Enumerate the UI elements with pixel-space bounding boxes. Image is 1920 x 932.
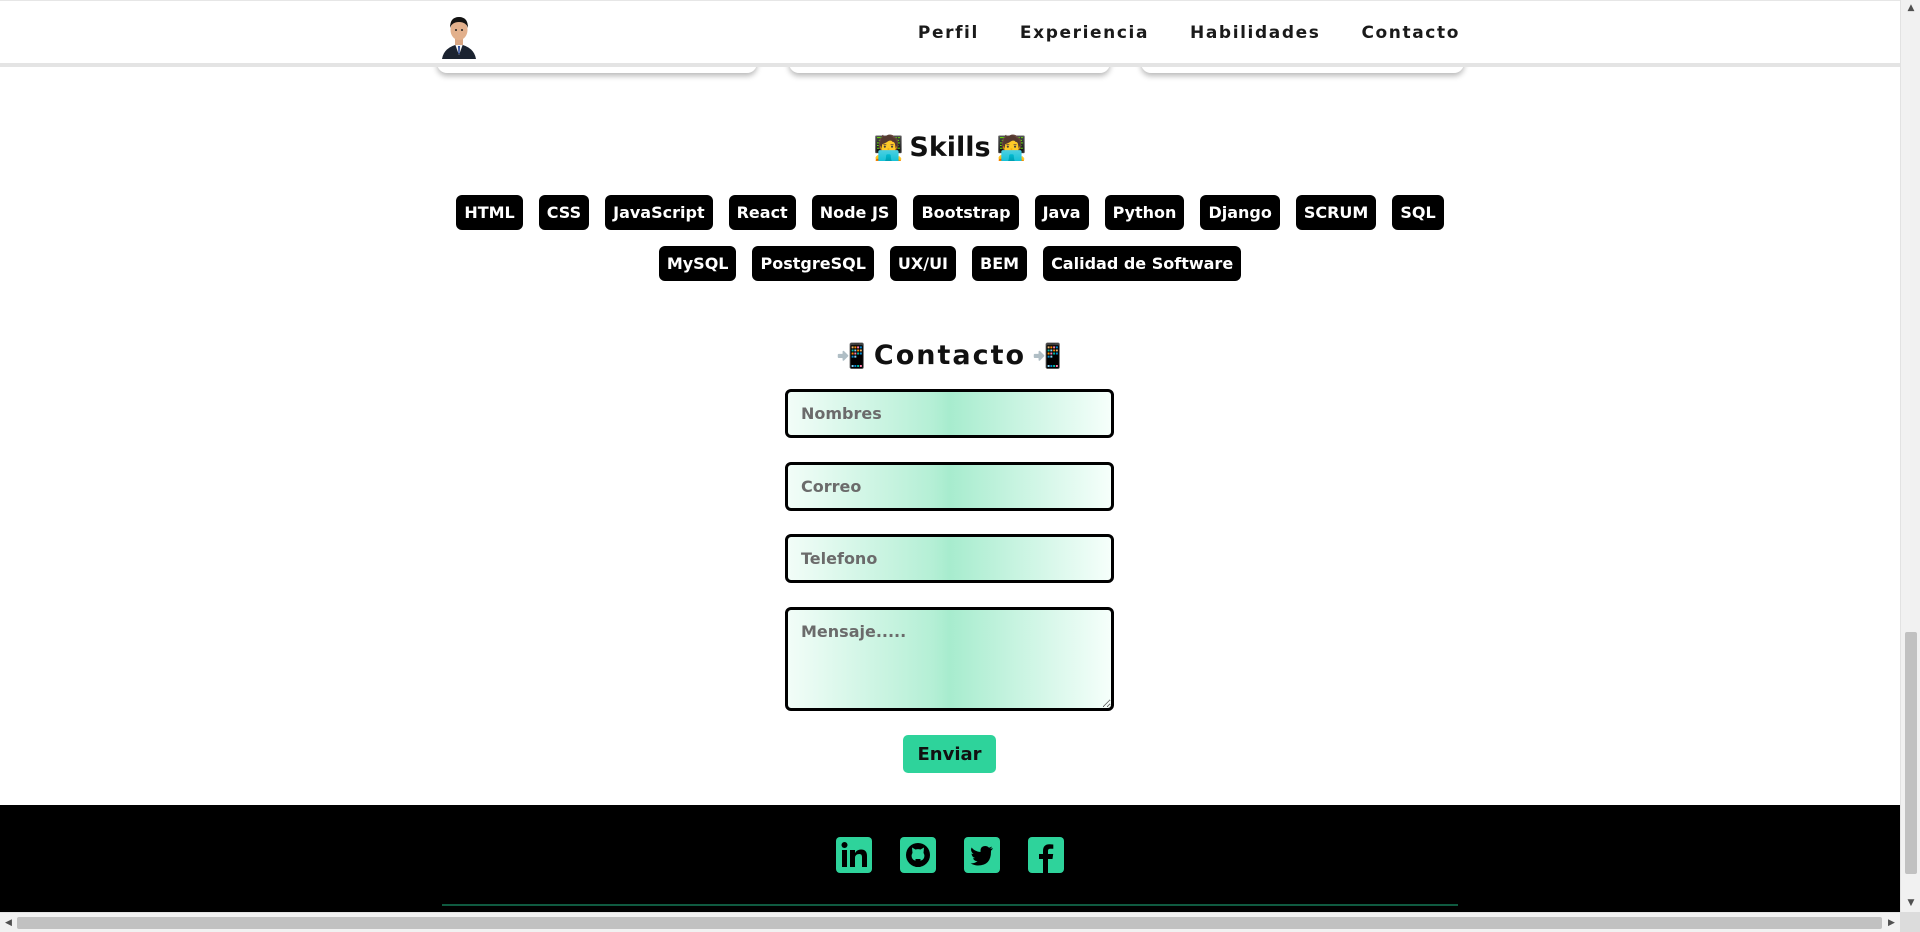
skills-title: Skills	[909, 132, 991, 163]
email-field[interactable]	[785, 462, 1114, 511]
skill-chip: UX/UI	[889, 246, 957, 281]
scroll-left-arrow-icon[interactable]: ◀	[0, 913, 17, 932]
mobile-arrow-emoji-icon: 📲	[1032, 341, 1064, 370]
skill-chip: Java	[1034, 195, 1089, 230]
skills-heading: 🧑‍💻 Skills 🧑‍💻	[0, 132, 1900, 163]
horizontal-scrollbar-thumb[interactable]	[17, 917, 1882, 929]
name-field[interactable]	[785, 389, 1114, 438]
skill-chip: Calidad de Software	[1043, 246, 1242, 281]
page-viewport: Perfil Experiencia Habilidades Contacto …	[0, 0, 1900, 912]
nav-links: Perfil Experiencia Habilidades Contacto	[918, 1, 1460, 64]
skill-chip: MySQL	[658, 246, 737, 281]
facebook-icon[interactable]	[1028, 837, 1064, 873]
skill-chip: SCRUM	[1295, 195, 1377, 230]
mobile-arrow-emoji-icon: 📲	[836, 341, 868, 370]
twitter-icon[interactable]	[964, 837, 1000, 873]
skill-chip: Django	[1200, 195, 1280, 230]
avatar[interactable]	[440, 13, 478, 59]
message-field[interactable]	[785, 607, 1114, 711]
nav-link-contacto[interactable]: Contacto	[1361, 23, 1460, 43]
send-button[interactable]: Enviar	[903, 735, 996, 773]
technologist-emoji-icon: 🧑‍💻	[996, 133, 1027, 162]
contact-heading: 📲 Contacto 📲	[0, 340, 1900, 371]
technologist-emoji-icon: 🧑‍💻	[873, 133, 904, 162]
footer	[0, 805, 1900, 912]
contact-title: Contacto	[873, 340, 1027, 371]
footer-divider	[442, 904, 1458, 906]
skill-chip: React	[728, 195, 796, 230]
phone-field[interactable]	[785, 534, 1114, 583]
scroll-up-arrow-icon[interactable]: ▲	[1901, 0, 1920, 17]
github-icon[interactable]	[900, 837, 936, 873]
social-links	[0, 837, 1900, 873]
linkedin-icon[interactable]	[836, 837, 872, 873]
skill-chip: CSS	[538, 195, 590, 230]
skill-chip: Bootstrap	[913, 195, 1019, 230]
skill-chip: PostgreSQL	[752, 246, 874, 281]
vertical-scrollbar-thumb[interactable]	[1905, 632, 1917, 874]
skills-list: HTML CSS JavaScript React Node JS Bootst…	[440, 195, 1460, 281]
vertical-scrollbar[interactable]: ▲ ▼	[1900, 0, 1920, 912]
navbar: Perfil Experiencia Habilidades Contacto	[0, 0, 1900, 67]
scroll-down-arrow-icon[interactable]: ▼	[1901, 895, 1920, 912]
nav-link-experiencia[interactable]: Experiencia	[1020, 23, 1149, 43]
nav-link-habilidades[interactable]: Habilidades	[1190, 23, 1320, 43]
skill-chip: Node JS	[811, 195, 898, 230]
skill-chip: JavaScript	[605, 195, 713, 230]
skill-chip: BEM	[972, 246, 1028, 281]
skill-chip: SQL	[1392, 195, 1444, 230]
scroll-right-arrow-icon[interactable]: ▶	[1883, 913, 1900, 932]
skill-chip: HTML	[456, 195, 523, 230]
skill-chip: Python	[1104, 195, 1185, 230]
scrollbar-corner	[1900, 912, 1920, 932]
nav-link-perfil[interactable]: Perfil	[918, 23, 979, 43]
horizontal-scrollbar[interactable]: ◀ ▶	[0, 912, 1900, 932]
